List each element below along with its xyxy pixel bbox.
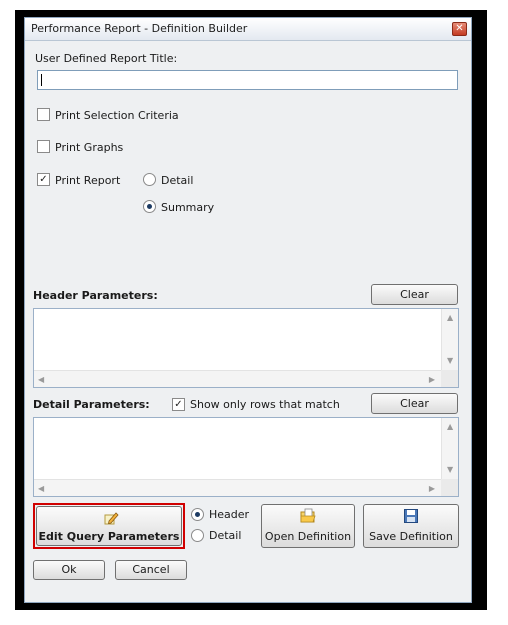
- print-selection-criteria-label: Print Selection Criteria: [55, 109, 179, 122]
- save-definition-button[interactable]: Save Definition: [363, 504, 459, 548]
- detail-horizontal-scrollbar[interactable]: ◀ ▶: [34, 479, 441, 496]
- open-definition-button[interactable]: Open Definition: [261, 504, 355, 548]
- edit-query-parameters-button[interactable]: Edit Query Parameters: [36, 506, 182, 546]
- report-title-label: User Defined Report Title:: [35, 52, 178, 65]
- title-bar: Performance Report - Definition Builder …: [25, 18, 471, 41]
- query-header-radio-label: Header: [209, 508, 250, 521]
- detail-vertical-scrollbar[interactable]: ▲ ▼: [441, 418, 458, 479]
- scroll-up-icon[interactable]: ▲: [447, 423, 453, 431]
- close-icon: ✕: [455, 23, 464, 34]
- print-graphs-label: Print Graphs: [55, 141, 124, 154]
- scroll-down-icon[interactable]: ▼: [447, 466, 453, 474]
- text-caret: [41, 74, 42, 86]
- check-mark-icon: ✓: [39, 174, 48, 185]
- print-selection-criteria-checkbox[interactable]: [37, 108, 50, 121]
- print-report-label: Print Report: [55, 174, 121, 187]
- scroll-right-icon[interactable]: ▶: [429, 376, 435, 384]
- cancel-button[interactable]: Cancel: [115, 560, 187, 580]
- summary-radio-label: Summary: [161, 201, 215, 214]
- print-graphs-checkbox[interactable]: [37, 140, 50, 153]
- detail-radio[interactable]: [143, 173, 156, 186]
- radio-selected-dot: [195, 512, 200, 517]
- scroll-left-icon[interactable]: ◀: [38, 485, 44, 493]
- show-only-rows-label: Show only rows that match: [190, 398, 340, 411]
- query-detail-radio[interactable]: [191, 529, 204, 542]
- print-report-checkbox[interactable]: ✓: [37, 173, 50, 186]
- save-disk-icon: [404, 509, 418, 523]
- ok-button[interactable]: Ok: [33, 560, 105, 580]
- detail-radio-label: Detail: [161, 174, 194, 187]
- report-title-input[interactable]: [37, 70, 458, 90]
- header-vertical-scrollbar[interactable]: ▲ ▼: [441, 309, 458, 370]
- detail-parameters-list[interactable]: ▲ ▼ ◀ ▶: [33, 417, 459, 497]
- header-parameters-label: Header Parameters:: [33, 289, 158, 302]
- query-detail-radio-label: Detail: [209, 529, 242, 542]
- pencil-edit-icon: [104, 512, 119, 525]
- radio-selected-dot: [147, 204, 152, 209]
- summary-radio[interactable]: [143, 200, 156, 213]
- scroll-left-icon[interactable]: ◀: [38, 376, 44, 384]
- definition-builder-window: Performance Report - Definition Builder …: [24, 17, 472, 603]
- check-mark-icon: ✓: [174, 399, 183, 410]
- header-parameters-list[interactable]: ▲ ▼ ◀ ▶: [33, 308, 459, 388]
- header-horizontal-scrollbar[interactable]: ◀ ▶: [34, 370, 441, 387]
- window-title: Performance Report - Definition Builder: [31, 22, 248, 35]
- scroll-corner: [441, 479, 458, 496]
- query-header-radio[interactable]: [191, 508, 204, 521]
- close-button[interactable]: ✕: [452, 22, 467, 36]
- header-clear-button[interactable]: Clear: [371, 284, 458, 305]
- open-folder-icon: [300, 508, 316, 523]
- show-only-rows-checkbox[interactable]: ✓: [172, 398, 185, 411]
- scroll-right-icon[interactable]: ▶: [429, 485, 435, 493]
- open-definition-label: Open Definition: [264, 530, 352, 543]
- edit-query-parameters-label: Edit Query Parameters: [38, 530, 180, 543]
- detail-clear-button[interactable]: Clear: [371, 393, 458, 414]
- save-definition-label: Save Definition: [369, 530, 453, 543]
- scroll-up-icon[interactable]: ▲: [447, 314, 453, 322]
- scroll-down-icon[interactable]: ▼: [447, 357, 453, 365]
- scroll-corner: [441, 370, 458, 387]
- detail-parameters-label: Detail Parameters:: [33, 398, 150, 411]
